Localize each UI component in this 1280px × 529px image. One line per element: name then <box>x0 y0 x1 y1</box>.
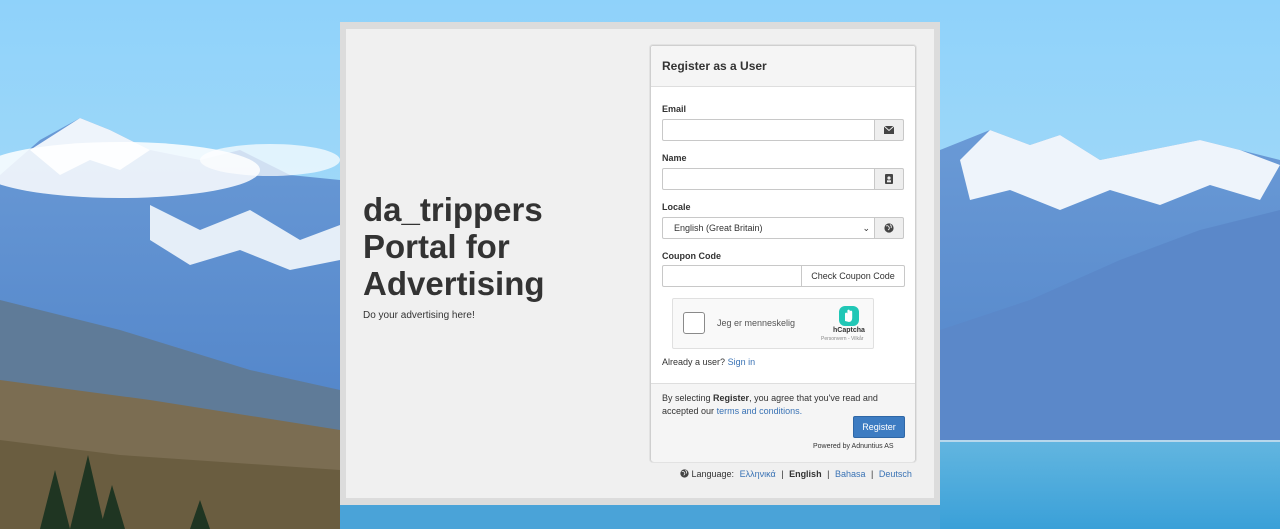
agree-prefix: By selecting <box>662 393 711 403</box>
locale-input-group: English (Great Britain) ⌄ <box>662 217 904 239</box>
terms-agreement-text: By selecting Register, you agree that yo… <box>662 392 902 418</box>
main-panel: da_trippers Portal for Advertising Do yo… <box>346 29 934 498</box>
envelope-icon <box>874 119 904 141</box>
language-option-deutsch[interactable]: Deutsch <box>879 469 912 479</box>
hcaptcha-logo-icon <box>839 306 859 326</box>
register-button[interactable]: Register <box>853 416 905 438</box>
agree-bold: Register <box>713 393 750 403</box>
captcha-links[interactable]: Personvern - Vilkår <box>821 336 863 342</box>
powered-by-text: Powered by Adnuntius AS <box>813 443 894 450</box>
register-card-header: Register as a User <box>651 46 915 87</box>
name-label: Name <box>662 153 687 163</box>
captcha-label: Jeg er menneskelig <box>717 318 796 328</box>
language-separator: | <box>871 469 874 479</box>
language-label: Language: <box>691 469 735 479</box>
coupon-input[interactable] <box>662 265 802 287</box>
globe-icon <box>874 217 904 239</box>
email-input-group <box>662 119 904 141</box>
register-card: Register as a User Email Name Locale Eng… <box>650 45 916 462</box>
email-label: Email <box>662 104 687 114</box>
language-option-bahasa[interactable]: Bahasa <box>835 469 866 479</box>
portal-title-line: Advertising <box>363 265 545 302</box>
portal-title-line: Portal for <box>363 228 510 265</box>
name-input-group <box>662 168 904 190</box>
globe-icon <box>680 469 692 479</box>
locale-select[interactable]: English (Great Britain) ⌄ <box>662 217 876 239</box>
locale-select-value: English (Great Britain) <box>674 223 763 233</box>
locale-label: Locale <box>662 202 691 212</box>
email-input[interactable] <box>662 119 876 141</box>
chevron-down-icon: ⌄ <box>862 223 870 233</box>
coupon-input-group: Check Coupon Code <box>662 265 905 287</box>
portal-title: da_trippers Portal for Advertising <box>363 191 623 302</box>
portal-subtitle: Do your advertising here! <box>363 310 475 321</box>
main-panel-frame: da_trippers Portal for Advertising Do yo… <box>340 22 940 505</box>
captcha-brand: hCaptcha <box>833 327 865 334</box>
language-selector: Language: Ελληνικά | English | Bahasa | … <box>680 469 912 479</box>
name-input[interactable] <box>662 168 876 190</box>
sign-in-link[interactable]: Sign in <box>728 357 756 367</box>
language-separator: | <box>827 469 830 479</box>
language-option-greek[interactable]: Ελληνικά <box>740 469 776 479</box>
register-card-footer: By selecting Register, you agree that yo… <box>651 383 915 462</box>
terms-link[interactable]: terms and conditions. <box>717 406 803 416</box>
contact-card-icon <box>874 168 904 190</box>
check-coupon-button[interactable]: Check Coupon Code <box>801 265 905 287</box>
already-user-label: Already a user? <box>662 357 726 367</box>
hcaptcha-widget: Jeg er menneskelig hCaptcha Personvern -… <box>672 298 874 349</box>
language-separator: | <box>781 469 784 479</box>
portal-title-line: da_trippers <box>363 191 543 228</box>
captcha-checkbox[interactable] <box>683 312 705 334</box>
already-user-text: Already a user? Sign in <box>662 357 755 367</box>
register-card-title: Register as a User <box>662 59 767 73</box>
coupon-label: Coupon Code <box>662 251 721 261</box>
language-option-english[interactable]: English <box>789 469 822 479</box>
